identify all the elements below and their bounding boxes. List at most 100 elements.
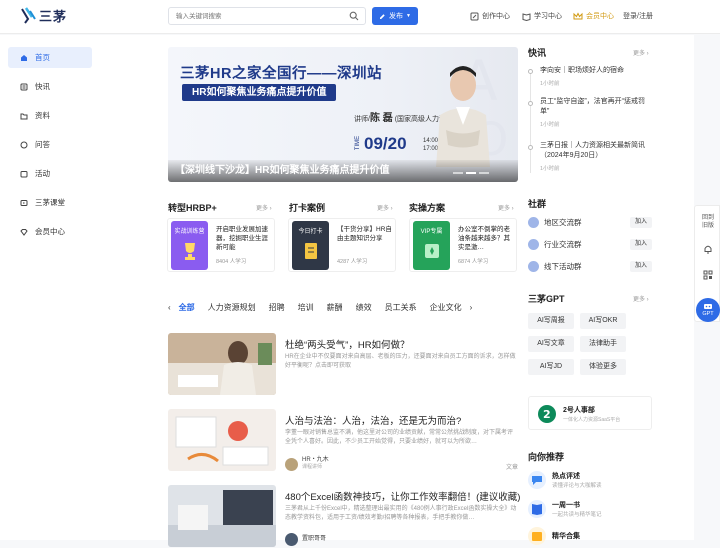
qa-icon: [20, 141, 28, 148]
gpt-item-article[interactable]: AI写文章: [528, 336, 574, 352]
recommend-item[interactable]: 精华合集: [528, 524, 652, 548]
crown-icon: [573, 11, 583, 19]
section-more-link[interactable]: 更多 ›: [498, 203, 514, 212]
course-thumb: VIP专属: [413, 221, 450, 270]
section-title-solutions[interactable]: 实操方案: [409, 201, 445, 214]
hero-banner[interactable]: 三茅HR之家全国行——深圳站 HR如何聚焦业务痛点提升价值 讲师/陈 磊 (国家…: [168, 47, 518, 182]
flash-item[interactable]: 三茅日报｜人力资源相关最新简讯（2024年9月20日） 1小时前: [540, 141, 650, 172]
lecturer-photo: A O: [436, 55, 508, 167]
logo[interactable]: 三茅: [20, 6, 67, 25]
publish-button[interactable]: 发布 ▼: [372, 7, 418, 25]
nav-creator-center[interactable]: 创作中心: [470, 11, 510, 21]
join-button[interactable]: 加入: [630, 217, 652, 228]
search-box[interactable]: [168, 7, 366, 25]
carousel-dots[interactable]: [453, 172, 489, 174]
gpt-item-jd[interactable]: AI写JD: [528, 359, 574, 375]
plan-icon: [424, 244, 439, 258]
search-icon[interactable]: [349, 11, 359, 21]
tab-compensation[interactable]: 薪酬: [327, 302, 343, 313]
sidebar-item-qa[interactable]: 问答: [8, 134, 92, 155]
feed-item[interactable]: 人治与法治：人治，法治，还是无为而治? 李董一眼对销售总监不满，他这里对公司的业…: [168, 409, 518, 471]
section-more-link[interactable]: 更多 ›: [377, 203, 393, 212]
feed-title[interactable]: 480个Excel函数神技巧，让你工作效率翻倍！(建议收藏)π: [285, 489, 527, 503]
feed-item[interactable]: 480个Excel函数神技巧，让你工作效率翻倍！(建议收藏)π 三茅君从上千份E…: [168, 485, 527, 547]
sidebar-item-materials[interactable]: 资料: [8, 105, 92, 126]
flash-text[interactable]: 三茅日报｜人力资源相关最新简讯（2024年9月20日）: [540, 141, 650, 161]
ad-card[interactable]: 2 2号人事部 一体化人力资源SaaS平台: [528, 396, 652, 430]
nav-learning-center[interactable]: 学习中心: [522, 11, 562, 21]
flash-item[interactable]: 员工“监守自盗”，法官再开“惩戒罚单” 1小时前: [540, 97, 650, 128]
feed-author[interactable]: HR・九木 课程讲师: [285, 457, 329, 471]
sidebar-item-member[interactable]: 会员中心: [8, 221, 92, 242]
course-learners: 6874 人学习: [458, 259, 489, 265]
gpt-item-okr[interactable]: AI写OKR: [580, 313, 626, 329]
search-input[interactable]: [169, 8, 339, 24]
login-register-link[interactable]: 登录/注册: [623, 11, 653, 21]
flash-text[interactable]: 李向安｜职场烦好人的宿命: [540, 66, 650, 76]
back-to-old-version-button[interactable]: 回到旧版: [695, 214, 720, 230]
course-card[interactable]: 实战训练营 开启职业发展加速器，挖掘职业生涯新可能 8404 人学习: [167, 218, 275, 272]
gpt-item-weekly-report[interactable]: AI写周报: [528, 313, 574, 329]
join-button[interactable]: 加入: [630, 239, 652, 250]
video-icon: [20, 199, 28, 206]
tab-training[interactable]: 培训: [298, 302, 314, 313]
course-card[interactable]: VIP专属 办公室不倒掌的老油条越来越多？其实是激… 6874 人学习: [409, 218, 517, 272]
course-title: 【干货分享】HR自由主题知识分享: [337, 226, 392, 242]
edit-icon: [380, 13, 385, 19]
sidebar-item-label: 快讯: [35, 82, 50, 91]
flash-more-link[interactable]: 更多 ›: [633, 48, 649, 57]
carousel-dot[interactable]: [466, 172, 476, 174]
author-names: HR・九木 课程讲师: [302, 457, 329, 471]
tab-hr-planning[interactable]: 人力资源规划: [208, 302, 256, 313]
sidebar-item-label: 问答: [35, 140, 50, 149]
bell-icon[interactable]: [695, 244, 720, 256]
collection-icon: [528, 527, 546, 545]
carousel-dot[interactable]: [479, 172, 489, 174]
tab-corporate-culture[interactable]: 企业文化: [430, 302, 462, 313]
gpt-item-more[interactable]: 体验更多: [580, 359, 626, 375]
feed-item[interactable]: 杜绝“两头受气”，HR如何做？ HR在企业中不仅要面对来自高层、老板的压力，还要…: [168, 333, 518, 395]
gpt-more-link[interactable]: 更多 ›: [633, 294, 649, 303]
tab-employee-relations[interactable]: 员工关系: [385, 302, 417, 313]
recommend-item[interactable]: 一周一书 一起共读与精华笔记: [528, 497, 652, 521]
chevron-right-icon[interactable]: ›: [470, 303, 473, 312]
avatar[interactable]: [285, 457, 298, 471]
feed-title[interactable]: 人治与法治：人治，法治，还是无为而治?: [285, 413, 461, 427]
recommend-item[interactable]: 热点评述 读懂评论与大咖解读: [528, 468, 652, 492]
course-card[interactable]: 今日打卡 【干货分享】HR自由主题知识分享 4287 人学习: [288, 218, 396, 272]
sidebar-item-activity[interactable]: 活动: [8, 163, 92, 184]
sidebar-item-label: 活动: [35, 169, 50, 178]
section-title-hrbp[interactable]: 转型HRBP+: [168, 201, 217, 214]
sidebar-item-news[interactable]: 快讯: [8, 76, 92, 97]
gpt-title: 三茅GPT: [528, 294, 565, 304]
feed-thumbnail: [168, 485, 276, 547]
document-icon: [304, 243, 317, 259]
flash-item[interactable]: 李向安｜职场烦好人的宿命 1小时前: [540, 66, 650, 87]
nav-label: 会员中心: [586, 13, 614, 20]
gpt-item-legal[interactable]: 法律助手: [580, 336, 626, 352]
sidebar-item-classroom[interactable]: 三茅课堂: [8, 192, 92, 213]
join-button[interactable]: 加入: [630, 261, 652, 272]
feed-desc: 李董一眼对销售总监不满，他这里对公司的业绩贡献，常常公然挑战制度，对下属考评全凭…: [285, 430, 514, 445]
course-thumb: 今日打卡: [292, 221, 329, 270]
recommend-item-sub: 一起共读与精华笔记: [552, 511, 602, 518]
tab-recruiting[interactable]: 招聘: [269, 302, 285, 313]
timeline-dot: [528, 101, 533, 106]
sidebar-item-label: 三茅课堂: [35, 198, 65, 207]
flash-text[interactable]: 员工“监守自盗”，法官再开“惩戒罚单”: [540, 97, 650, 117]
chevron-left-icon[interactable]: ‹: [168, 303, 171, 312]
publish-label: 发布: [389, 13, 404, 20]
group-icon: [528, 216, 539, 228]
carousel-dot[interactable]: [453, 172, 463, 174]
feed-title[interactable]: 杜绝“两头受气”，HR如何做？: [285, 337, 410, 351]
member-icon: [20, 228, 28, 236]
flash-time: 1小时前: [540, 122, 560, 128]
qrcode-icon[interactable]: [695, 270, 720, 282]
tab-all[interactable]: 全部: [179, 302, 195, 313]
section-title-checkin[interactable]: 打卡案例: [289, 201, 325, 214]
section-more-link[interactable]: 更多 ›: [256, 203, 272, 212]
tab-performance[interactable]: 绩效: [356, 302, 372, 313]
nav-member-center[interactable]: 会员中心: [573, 11, 614, 21]
sidebar-item-home[interactable]: 首页: [8, 47, 92, 68]
gpt-float-button[interactable]: GPT: [696, 298, 720, 322]
